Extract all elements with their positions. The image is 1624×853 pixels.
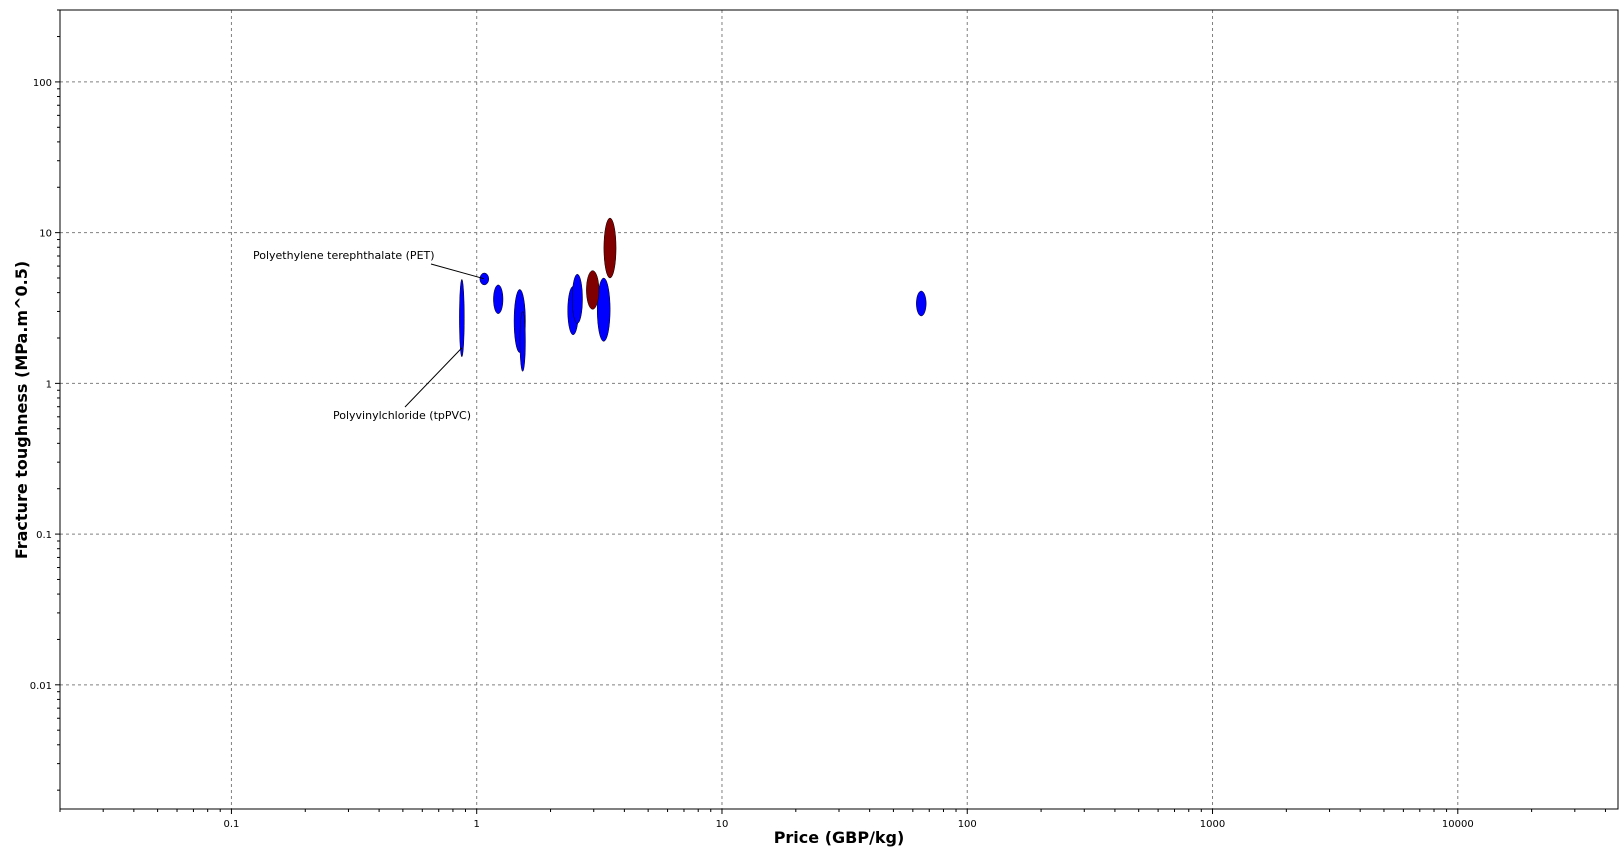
x-tick-label: 1: [474, 819, 480, 830]
material-bubble: [586, 270, 600, 310]
x-tick-label: 10: [716, 819, 729, 830]
material-bubble: [519, 311, 526, 372]
y-tick-label: 0.01: [30, 681, 52, 692]
plot-background: [60, 10, 1618, 809]
material-bubble: [603, 217, 617, 279]
material-bubble: [459, 279, 465, 358]
y-axis-title: Fracture toughness (MPa.m^0.5): [12, 261, 31, 559]
y-tick-label: 100: [33, 78, 52, 89]
x-tick-label: 1000: [1200, 819, 1225, 830]
x-tick-label: 100: [958, 819, 977, 830]
annotation-label: Polyethylene terephthalate (PET): [253, 249, 435, 262]
x-axis-title: Price (GBP/kg): [774, 828, 905, 847]
y-tick-label: 10: [39, 229, 52, 240]
annotation-label: Polyvinylchloride (tpPVC): [333, 409, 471, 422]
x-tick-label: 0.1: [223, 819, 239, 830]
material-bubble: [479, 272, 490, 286]
y-tick-label: 0.1: [36, 530, 52, 541]
chart: Polyethylene terephthalate (PET) Polyviny…: [12, 9, 1619, 847]
material-bubble: [493, 284, 504, 314]
material-bubble: [596, 277, 611, 342]
x-tick-label: 10000: [1442, 819, 1474, 830]
material-bubble: [571, 273, 583, 324]
material-bubble: [916, 290, 927, 317]
y-tick-label: 1: [46, 379, 52, 390]
